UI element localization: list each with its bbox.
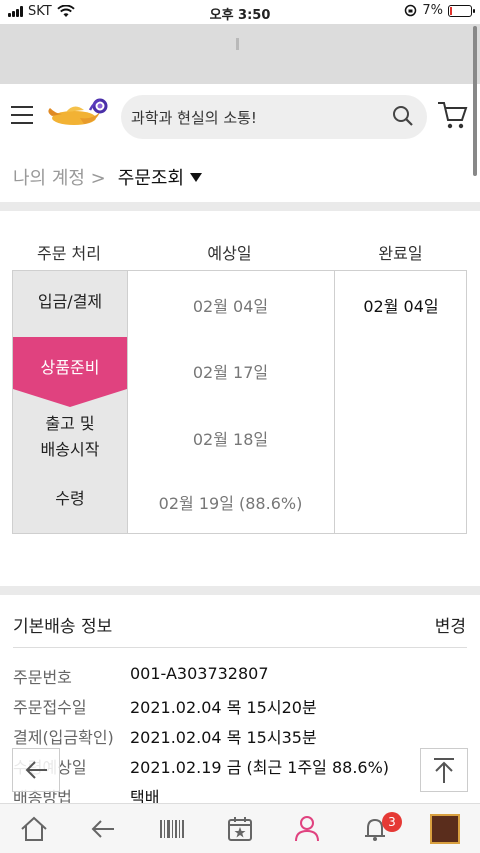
my-account-icon[interactable]: [292, 814, 322, 844]
back-float-button[interactable]: [12, 748, 60, 792]
scroll-top-button[interactable]: [420, 748, 468, 792]
header-estimated: 예상일: [207, 244, 252, 263]
barcode-icon[interactable]: [157, 814, 187, 844]
step-preparing: 상품준비: [40, 358, 100, 377]
change-button[interactable]: 변경: [435, 612, 466, 637]
breadcrumb: 나의 계정 > 주문조회: [13, 164, 203, 190]
section-divider: [0, 586, 480, 595]
step-shipping-line1: 출고 및: [45, 414, 95, 433]
step-shipping-line2: 배송시작: [40, 440, 100, 459]
estimated-payment: 02월 04일: [192, 297, 269, 316]
magic-lamp-logo[interactable]: [46, 96, 110, 132]
battery-percent: 7%: [422, 3, 443, 18]
home-icon[interactable]: [19, 814, 49, 844]
breadcrumb-order-inquiry[interactable]: 주문조회: [118, 164, 184, 190]
order-date-value: 2021.02.04 목 15시20분: [130, 698, 317, 717]
back-icon[interactable]: [88, 814, 118, 844]
header-completed: 완료일: [378, 244, 423, 263]
step-payment: 입금/결제: [37, 292, 103, 311]
section-divider: [0, 202, 480, 211]
estimated-shipping: 02월 18일: [192, 430, 269, 449]
header-step: 주문 처리: [37, 244, 101, 263]
breadcrumb-my-account[interactable]: 나의 계정 >: [13, 164, 106, 190]
estimated-preparing: 02월 17일: [192, 363, 269, 382]
delivery-info-title: 기본배송 정보: [13, 617, 113, 637]
caret-down-icon[interactable]: [190, 172, 203, 182]
order-number-label: 주문번호: [13, 668, 72, 687]
payment-date-label: 결제(입금확인): [13, 728, 114, 747]
orientation-lock-icon: [405, 4, 417, 17]
order-number-value: 001-A303732807: [130, 664, 269, 683]
bottom-tab-bar: [0, 803, 480, 853]
arrow-left-icon: [25, 761, 47, 779]
payment-date-value: 2021.02.04 목 15시35분: [130, 728, 317, 747]
scrollbar[interactable]: [473, 26, 477, 176]
search-bar[interactable]: 과학과 현실의 소통!: [121, 95, 427, 139]
notification-badge: 3: [382, 812, 402, 832]
battery-icon: [448, 4, 475, 17]
cart-icon[interactable]: [436, 100, 468, 130]
browser-chrome-band: [0, 24, 480, 84]
estimated-received: 02월 19일 (88.6%): [158, 494, 303, 513]
order-date-label: 주문접수일: [13, 698, 87, 717]
order-progress-table: 입금/결제 상품준비 출고 및 배송시작 수령 02월 04일 02월 17일 …: [12, 270, 467, 534]
status-bar: SKT 오후 3:50 7%: [0, 0, 480, 24]
completed-payment: 02월 04일: [363, 297, 439, 316]
recent-item-thumbnail[interactable]: [430, 814, 460, 844]
hamburger-menu-icon[interactable]: [11, 106, 33, 124]
arrow-up-icon: [434, 758, 454, 783]
expected-receipt-value: 2021.02.19 금 (최근 1주일 88.6%): [130, 758, 390, 777]
calendar-star-icon[interactable]: [225, 814, 255, 844]
search-input[interactable]: 과학과 현실의 소통!: [131, 107, 257, 128]
search-icon[interactable]: [391, 104, 415, 128]
step-received: 수령: [55, 489, 85, 508]
